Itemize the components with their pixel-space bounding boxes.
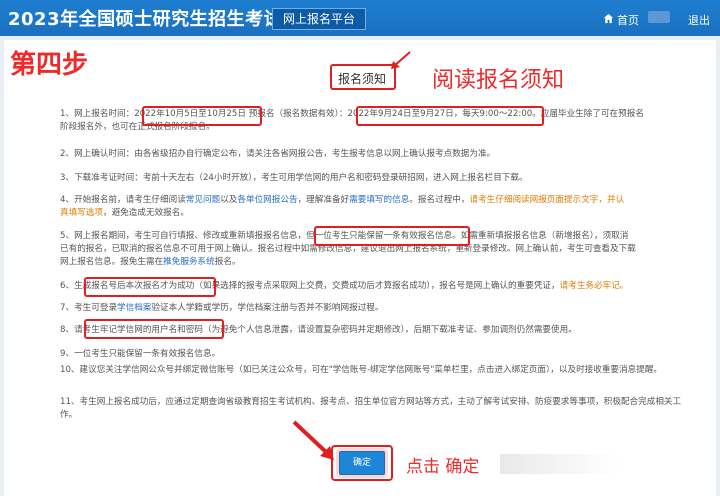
registration-success-text: 生成报名号后本次报名才为成功 [74,281,195,291]
home-icon [603,13,614,27]
unit-notice-link[interactable]: 各单位网报公告 [237,195,297,205]
notice-item-8: 8、请考生牢记学信网的用户名和密码（为避免个人信息泄露，请设置复杂密码并定期修改… [60,325,577,335]
step-annotation: 第四步 [10,50,89,80]
notice-item-10: 10、建议您关注学信网公众号并绑定微信账号（如已关注公众号，可在"学信账号-绑定… [60,365,663,375]
notice-item-1: 1、网上报名时间：2022年10月5日至10月25日 预报名（报名数据有效）：2… [60,109,644,132]
notice-item-6: 6、生成报名号后本次报名才为成功（如果选择的报考点采取网上交费，交费成功后才算报… [60,281,629,291]
recommend-system-link[interactable]: 推免服务系统 [163,257,215,267]
click-confirm-annotation: 点击 确定 [406,457,480,477]
notice-item-7: 7、考生可登录学信档案验证本人学籍或学历，学信档案注册与否并不影响网报过程。 [60,303,384,313]
single-valid-entry-text: 但一位考生只能保留一条有效报名信息。 [306,231,461,241]
arrow-to-title-icon [391,51,411,69]
notice-item-9: 9、一位考生只能保留一条有效报名信息。 [60,349,221,359]
xuexin-archive-link[interactable]: 学信档案 [117,303,151,313]
faq-link[interactable]: 常见问题 [186,195,220,205]
tab-online-registration[interactable]: 网上报名平台 [272,8,367,30]
notice-item-4: 4、开始报名前，请考生仔细阅读常见问题以及各单位网报公告，理解准备好需要填写的信… [60,195,625,218]
top-header-bar: 2023年全国硕士研究生招生考试 网上报名平台 首页 退出 [0,0,720,36]
home-label: 首页 [617,14,639,27]
username-redacted [648,11,670,23]
notice-item-11: 11、考生网上报名成功后，应通过定期查询省级教育招生考试机构、报考点、招生单位官… [60,397,682,420]
pre-registration-date: 2022年9月24日至9月27日，每天9:00～22:00。 [347,109,541,119]
home-link[interactable]: 首页 [603,12,639,28]
remember-credentials-text: 请考生牢记学信网的用户名和密码 [74,325,203,335]
watermark-blur [500,454,620,474]
notice-item-3: 3、下载准考证时间：考前十天左右（24小时开放），考生可用学信网的用户名和密码登… [60,173,528,183]
notice-title: 报名须知 [338,72,387,86]
logout-link[interactable]: 退出 [688,12,710,28]
page-title: 2023年全国硕士研究生招生考试 [8,9,283,30]
formal-registration-date: 2022年10月5日至10月25日 [134,109,246,119]
notice-item-2: 2、网上确认时间：由各省级招办自行确定公布，请关注各省网报公告，考生报考信息以网… [60,149,496,159]
confirm-button[interactable]: 确定 [339,451,385,475]
notice-item-5: 5、网上报名期间，考生可自行填报、修改或重新填报报名信息，但一位考生只能保留一条… [60,231,636,267]
required-info-link[interactable]: 需要填写的信息 [349,195,409,205]
read-annotation: 阅读报名须知 [432,68,565,93]
